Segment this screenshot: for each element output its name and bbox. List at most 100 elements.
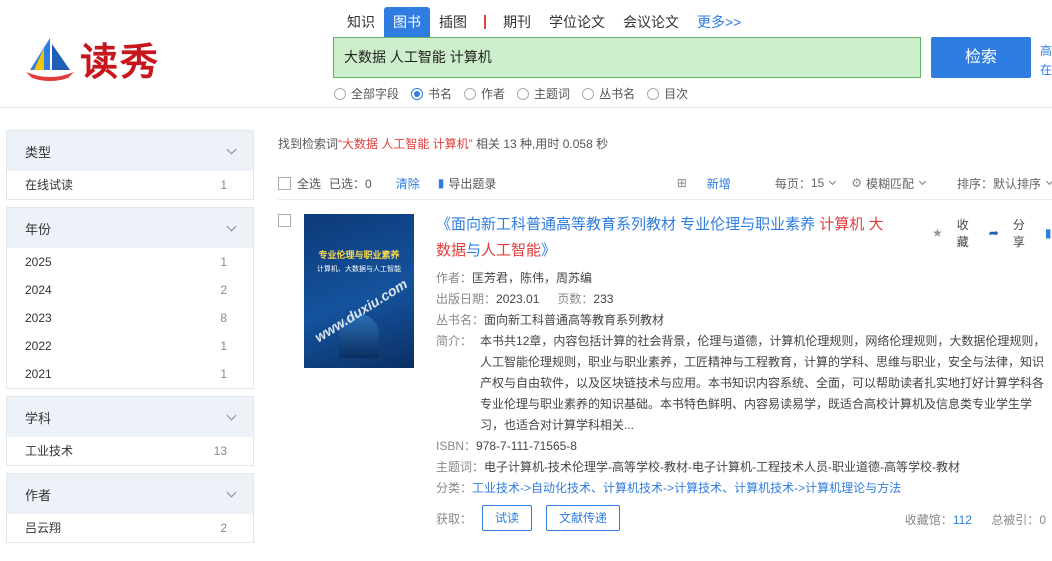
share-label: 分享 bbox=[1012, 218, 1025, 249]
author-value: 匡芳君，陈伟，周苏编 bbox=[472, 271, 593, 285]
summary-keyword: “大数据 人工智能 计算机” bbox=[338, 137, 473, 151]
facet-header[interactable]: 作者 bbox=[7, 474, 253, 514]
facet-item[interactable]: 在线试读 1 bbox=[7, 171, 253, 199]
export-citations-button[interactable]: 导出题录 bbox=[448, 175, 496, 192]
library-label: 收藏馆： bbox=[904, 513, 953, 527]
tab-theses[interactable]: 学位论文 bbox=[540, 7, 614, 37]
sort-label: 排序： bbox=[956, 176, 993, 191]
in-results-link[interactable]: 在 bbox=[1040, 61, 1052, 80]
sailboat-logo-icon bbox=[24, 34, 76, 82]
pages-value: 233 bbox=[593, 292, 614, 306]
tab-books[interactable]: 图书 bbox=[384, 7, 430, 37]
result-info: 《面向新工科普通高等教育系列教材 专业伦理与职业素养 计算机 大数据与人工智能》… bbox=[436, 212, 1052, 531]
facet-item[interactable]: 2023 8 bbox=[7, 304, 253, 332]
match-icon: ⚙ bbox=[851, 176, 862, 190]
radio-toc[interactable]: 目次 bbox=[647, 85, 688, 102]
facet-header[interactable]: 类型 bbox=[7, 131, 253, 171]
class-link[interactable]: 计算机理论与方法 bbox=[805, 478, 901, 499]
radio-label: 书名 bbox=[428, 87, 453, 101]
search-field-radios: 全部字段 书名 作者 主题词 丛书名 目次 bbox=[334, 85, 700, 102]
radio-circle bbox=[334, 87, 346, 100]
search-input[interactable]: 大数据 人工智能 计算机 bbox=[333, 37, 921, 78]
select-all-label[interactable]: 全选 bbox=[297, 175, 321, 192]
cited-count: 0 bbox=[1039, 513, 1046, 527]
logo-text: 读秀 bbox=[80, 38, 161, 84]
search-category-tabs: 知识 图书 插图 期刊 学位论文 会议论文 更多>> bbox=[338, 7, 750, 37]
chevron-down-icon[interactable] bbox=[226, 410, 237, 420]
select-all-checkbox[interactable] bbox=[278, 176, 291, 190]
facet-header[interactable]: 年份 bbox=[7, 208, 253, 248]
class-link[interactable]: 自动化技术、计算机技术 bbox=[531, 478, 663, 499]
class-link[interactable]: 工业技术 bbox=[472, 478, 520, 499]
chevron-down-icon[interactable] bbox=[226, 221, 237, 231]
cover-subtitle: 计算机、大数据与人工智能 bbox=[317, 266, 401, 273]
collect-label: 收藏 bbox=[956, 218, 969, 249]
tab-knowledge[interactable]: 知识 bbox=[338, 7, 384, 37]
document-delivery-button[interactable]: 文献传递 bbox=[546, 505, 621, 531]
facet-item[interactable]: 2024 2 bbox=[7, 276, 253, 304]
radio-all-fields[interactable]: 全部字段 bbox=[334, 85, 399, 102]
share-icon: ➦ bbox=[988, 226, 999, 240]
facet-header[interactable]: 学科 bbox=[7, 397, 253, 437]
tab-illustrations[interactable]: 插图 bbox=[430, 7, 476, 37]
clear-button[interactable]: 清除 bbox=[396, 175, 420, 192]
chevron-down-icon bbox=[1045, 177, 1052, 186]
share-button[interactable]: ➦ 分享 bbox=[979, 216, 1025, 250]
chevron-down-icon[interactable] bbox=[226, 487, 237, 497]
side-links: 高 在 bbox=[1040, 42, 1052, 80]
facet-item[interactable]: 吕云翔 2 bbox=[7, 514, 253, 542]
isbn-label: ISBN： bbox=[436, 439, 477, 453]
facet-item-label: 2023 bbox=[25, 311, 52, 325]
trial-read-button[interactable]: 试读 bbox=[482, 505, 533, 531]
search-button[interactable]: 检索 bbox=[931, 37, 1031, 78]
facet-item-count: 1 bbox=[220, 255, 227, 269]
facet-item[interactable]: 2021 1 bbox=[7, 360, 253, 388]
facet-item[interactable]: 2025 1 bbox=[7, 248, 253, 276]
match-select[interactable]: ⚙ 模糊匹配 bbox=[851, 175, 927, 192]
class-arrow: -> bbox=[663, 481, 675, 495]
tab-conference[interactable]: 会议论文 bbox=[614, 7, 688, 37]
book-title-link[interactable]: 《面向新工科普通高等教育系列教材 专业伦理与职业素养 计算机 大数据与人工智能》 bbox=[436, 212, 896, 264]
title-highlight: 人工智能 bbox=[481, 242, 542, 259]
add-icon: ⊞ bbox=[676, 176, 687, 190]
facet-item-count: 1 bbox=[220, 339, 227, 353]
sort-select[interactable]: 排序： 默认排序 bbox=[941, 175, 1052, 192]
collect-button[interactable]: ★ 收藏 bbox=[922, 216, 969, 250]
star-icon: ★ bbox=[932, 226, 943, 240]
chevron-down-icon[interactable] bbox=[226, 144, 237, 154]
radio-series[interactable]: 丛书名 bbox=[582, 85, 635, 102]
result-checkbox[interactable] bbox=[278, 214, 291, 227]
class-arrow: -> bbox=[520, 481, 532, 495]
summary-suffix: 相关 13 种,用时 0.058 秒 bbox=[476, 137, 609, 151]
facet-item-count: 2 bbox=[220, 283, 227, 297]
export-button[interactable]: ▮导出 bbox=[1035, 216, 1052, 250]
cover-title: 专业伦理与职业素养 bbox=[318, 250, 400, 260]
class-link[interactable]: 计算技术、计算机技术 bbox=[674, 478, 794, 499]
radio-title[interactable]: 书名 bbox=[411, 85, 452, 102]
facet-title: 类型 bbox=[25, 144, 52, 160]
facet-item[interactable]: 工业技术 13 bbox=[7, 437, 253, 465]
series-row: 丛书名： 面向新工科普通高等教育系列教材 bbox=[436, 310, 1052, 331]
isbn-value: 978-7-111-71565-8 bbox=[476, 439, 577, 453]
advanced-search-link[interactable]: 高 bbox=[1040, 42, 1052, 61]
new-button[interactable]: ⊞ 新增 bbox=[661, 175, 731, 192]
duxiu-logo[interactable]: 读秀 bbox=[24, 32, 160, 84]
facet-title: 作者 bbox=[25, 487, 52, 503]
radio-subject[interactable]: 主题词 bbox=[517, 85, 570, 102]
facet-title: 年份 bbox=[25, 221, 52, 237]
facet-item-count: 2 bbox=[220, 521, 227, 535]
facet-item-count: 1 bbox=[220, 178, 227, 192]
radio-circle bbox=[647, 87, 660, 100]
library-count[interactable]: 112 bbox=[953, 513, 972, 527]
author-row: 作者： 匡芳君，陈伟，周苏编 bbox=[436, 268, 1052, 289]
radio-label: 全部字段 bbox=[351, 87, 400, 101]
radio-author[interactable]: 作者 bbox=[464, 85, 505, 102]
per-page-select[interactable]: 每页： 15 bbox=[759, 175, 837, 192]
facet-item[interactable]: 2022 1 bbox=[7, 332, 253, 360]
facet-item-label: 2024 bbox=[25, 283, 52, 297]
subject-row: 主题词： 电子计算机-技术伦理学-高等学校-教材-电子计算机-工程技术人员-职业道… bbox=[436, 457, 1052, 478]
tab-more[interactable]: 更多>> bbox=[688, 7, 750, 37]
tab-journals[interactable]: 期刊 bbox=[494, 7, 540, 37]
book-cover[interactable]: 专业伦理与职业素养 计算机、大数据与人工智能 www.duxiu.com bbox=[304, 214, 414, 368]
series-value: 面向新工科普通高等教育系列教材 bbox=[484, 313, 665, 327]
